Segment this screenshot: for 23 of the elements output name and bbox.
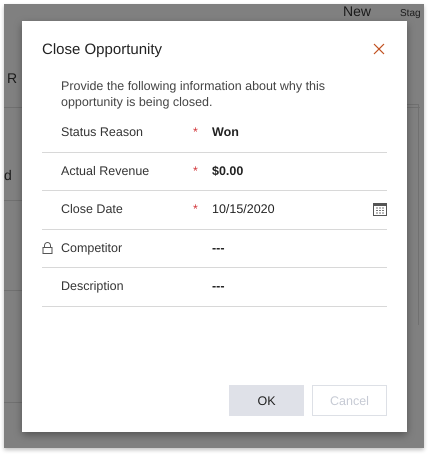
field-value: 10/15/2020 bbox=[212, 201, 275, 218]
ok-button[interactable]: OK bbox=[229, 385, 304, 416]
dialog-title: Close Opportunity bbox=[42, 40, 162, 60]
background-text: Stag bbox=[400, 8, 421, 19]
field-label: Actual Revenue bbox=[61, 164, 150, 178]
field-value: --- bbox=[212, 240, 224, 257]
field-label: Status Reason bbox=[61, 125, 143, 140]
required-mark: * bbox=[193, 202, 198, 216]
intro-text: Provide the following information about why this opportunity is being closed. bbox=[61, 78, 326, 110]
field-value: $0.00 bbox=[212, 162, 244, 180]
required-mark: * bbox=[193, 164, 198, 178]
field-label: Description bbox=[61, 279, 124, 294]
field-value: --- bbox=[212, 278, 224, 296]
background-text: New bbox=[343, 4, 372, 20]
background-text: d bbox=[4, 166, 12, 185]
field-label: Competitor bbox=[61, 240, 122, 255]
close-icon bbox=[373, 43, 385, 56]
field-value: Won bbox=[212, 124, 239, 142]
background-text: R bbox=[7, 69, 18, 88]
field-label: Close Date bbox=[61, 202, 123, 216]
lock-icon bbox=[42, 242, 53, 254]
calendar-icon[interactable] bbox=[373, 203, 387, 216]
required-mark: * bbox=[193, 125, 198, 140]
